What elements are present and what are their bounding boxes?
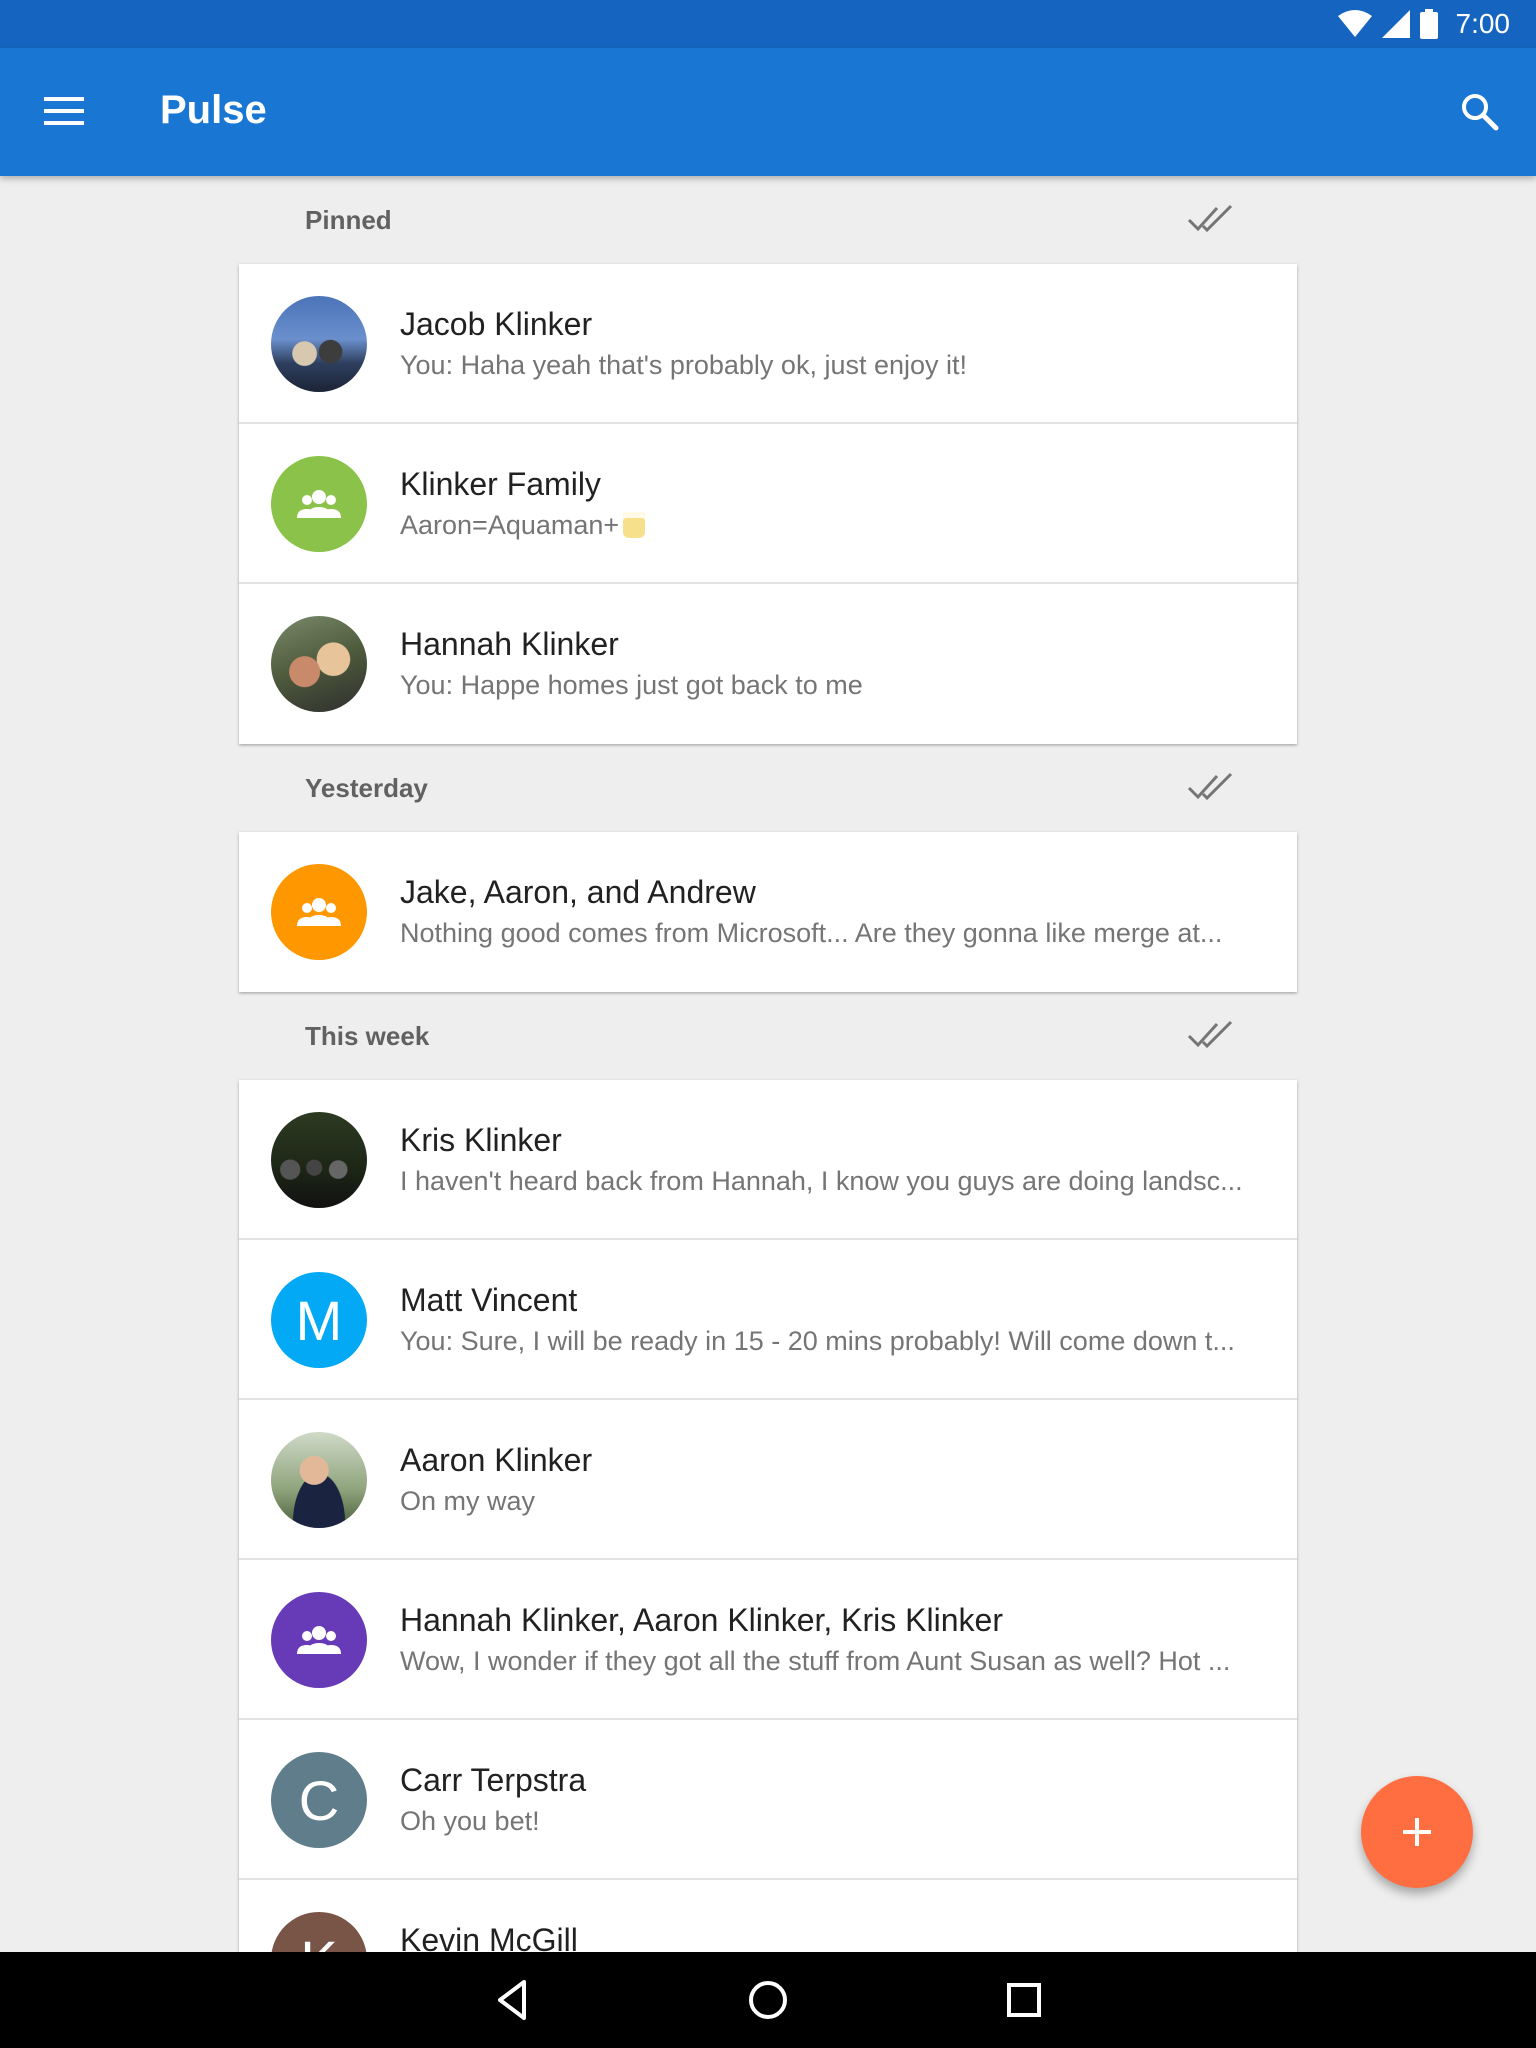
contact-name: Hannah Klinker, Aaron Klinker, Kris Klin… [400, 1602, 1003, 1638]
battery-icon [1419, 9, 1438, 39]
double-check-icon [1187, 1020, 1233, 1049]
message-snippet: Wow, I wonder if they got all the stuff … [400, 1646, 1231, 1676]
avatar-letter: C [298, 1768, 340, 1832]
menu-icon [44, 97, 84, 125]
contact-photo-avatar [271, 1112, 367, 1208]
contact-photo-avatar [271, 1432, 367, 1528]
beer-mug-emoji-icon [623, 512, 646, 538]
contact-name: Aaron Klinker [400, 1442, 593, 1478]
contact-name: Jacob Klinker [400, 306, 593, 342]
section-title: Yesterday [305, 772, 428, 803]
search-icon [1462, 94, 1499, 131]
contact-photo-avatar [271, 296, 367, 392]
section-title: This week [305, 1020, 430, 1051]
back-triangle-icon [498, 1980, 526, 2020]
contact-photo-avatar [271, 616, 367, 712]
mark-section-read-button[interactable] [1187, 204, 1237, 236]
message-snippet: Aaron=Aquaman+ [400, 510, 1260, 541]
group-icon [297, 1626, 341, 1654]
conversation-card: Kris Klinker I haven't heard back from Ha… [239, 1080, 1297, 2040]
contact-name: Matt Vincent [400, 1282, 578, 1318]
navigation-bar [0, 1952, 1536, 2048]
message-snippet: On my way [400, 1486, 536, 1516]
conversation-list: Pinned Jacob Klinker You: Haha yeah that's… [239, 176, 1297, 2040]
group-icon [297, 898, 341, 926]
cellular-signal-icon [1381, 10, 1410, 38]
app-bar: Pulse [0, 48, 1536, 176]
group-avatar [271, 456, 367, 552]
recents-square-icon [1007, 1983, 1041, 2017]
contact-name: Jake, Aaron, and Andrew [400, 874, 756, 910]
double-check-icon [1187, 772, 1233, 801]
search-button[interactable] [1452, 84, 1508, 140]
status-time: 7:00 [1455, 8, 1511, 39]
letter-avatar: C [271, 1752, 367, 1848]
section-title: Pinned [305, 204, 392, 235]
conversation-row[interactable]: Klinker Family Aaron=Aquaman+ [239, 424, 1297, 584]
conversation-row[interactable]: Jacob Klinker You: Haha yeah that's proba… [239, 264, 1297, 424]
conversation-row[interactable]: Jake, Aaron, and Andrew Nothing good come… [239, 832, 1297, 992]
message-snippet: Oh you bet! [400, 1806, 540, 1836]
avatar-letter: M [295, 1288, 343, 1352]
message-snippet: I haven't heard back from Hannah, I know… [400, 1166, 1243, 1196]
status-bar: 7:00 [0, 0, 1536, 48]
conversation-card: Jake, Aaron, and Andrew Nothing good come… [239, 832, 1297, 992]
message-snippet: You: Haha yeah that's probably ok, just … [400, 350, 968, 380]
recents-button[interactable] [996, 1972, 1052, 2028]
group-avatar [271, 1592, 367, 1688]
conversation-row[interactable]: Kris Klinker I haven't heard back from Ha… [239, 1080, 1297, 1240]
message-snippet: Nothing good comes from Microsoft... Are… [400, 918, 1223, 948]
conversation-row[interactable]: C Carr Terpstra Oh you bet! [239, 1720, 1297, 1880]
section-header: Pinned [239, 176, 1297, 264]
conversation-row[interactable]: Aaron Klinker On my way [239, 1400, 1297, 1560]
conversation-row[interactable]: M Matt Vincent You: Sure, I will be ready … [239, 1240, 1297, 1400]
back-button[interactable] [484, 1972, 540, 2028]
group-icon [297, 490, 341, 518]
double-check-icon [1187, 204, 1233, 233]
section-header: This week [239, 992, 1297, 1080]
menu-button[interactable] [44, 90, 100, 134]
mark-section-read-button[interactable] [1187, 1020, 1237, 1052]
contact-name: Hannah Klinker [400, 626, 619, 662]
wifi-icon [1337, 10, 1372, 37]
message-snippet: You: Sure, I will be ready in 15 - 20 mi… [400, 1326, 1235, 1356]
plus-icon [1403, 1818, 1431, 1846]
conversation-row[interactable]: Hannah Klinker You: Happe homes just got … [239, 584, 1297, 744]
conversation-card: Jacob Klinker You: Haha yeah that's proba… [239, 264, 1297, 744]
message-snippet: You: Happe homes just got back to me [400, 670, 863, 700]
group-avatar [271, 864, 367, 960]
section-header: Yesterday [239, 744, 1297, 832]
mark-section-read-button[interactable] [1187, 772, 1237, 804]
conversation-row[interactable]: Hannah Klinker, Aaron Klinker, Kris Klin… [239, 1560, 1297, 1720]
compose-button[interactable] [1361, 1776, 1473, 1888]
contact-name: Kris Klinker [400, 1122, 562, 1158]
home-circle-icon [749, 1981, 787, 2019]
home-button[interactable] [740, 1972, 796, 2028]
letter-avatar: M [271, 1272, 367, 1368]
contact-name: Carr Terpstra [400, 1762, 587, 1798]
contact-name: Klinker Family [400, 466, 601, 502]
app-title: Pulse [160, 88, 267, 132]
